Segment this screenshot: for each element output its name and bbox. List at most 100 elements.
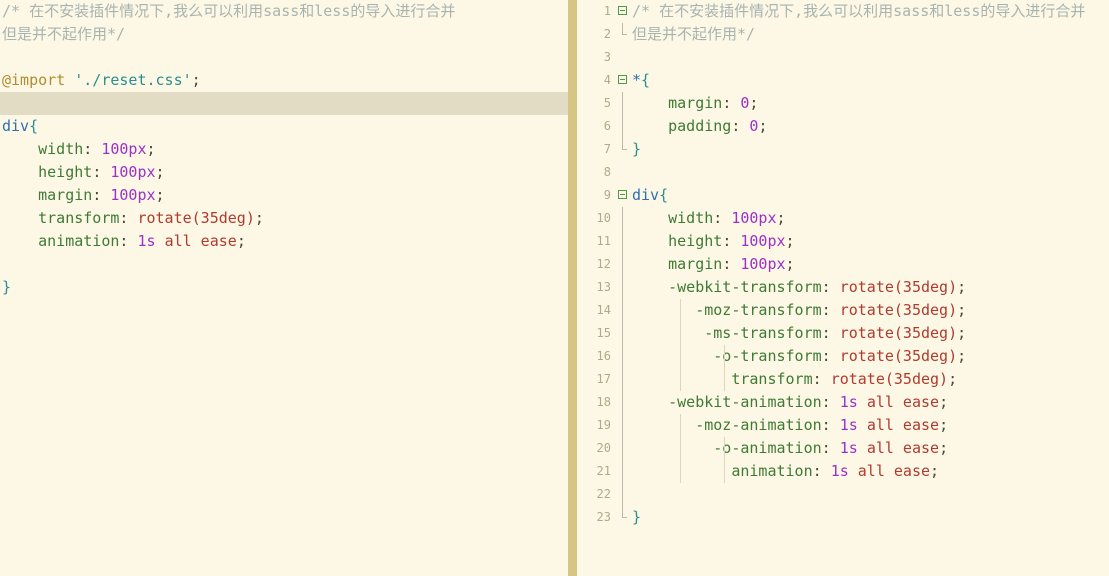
pane-divider[interactable] xyxy=(568,0,577,576)
code-line[interactable]: animation: 1s all ease; xyxy=(0,230,568,253)
indent-guide xyxy=(680,414,681,437)
line-number: 11 xyxy=(596,234,611,248)
code-line[interactable]: margin: 100px; xyxy=(0,184,568,207)
code-text: -webkit-animation: 1s all ease; xyxy=(632,391,1109,414)
fold-collapse-icon[interactable] xyxy=(616,184,632,207)
code-token: ; xyxy=(254,209,264,227)
indent-guide xyxy=(680,322,681,345)
code-token: -ms-transform xyxy=(632,324,822,342)
code-token: div xyxy=(2,117,30,135)
code-line[interactable]: 9 div{ xyxy=(577,184,1109,207)
code-line[interactable]: 4 *{ xyxy=(577,69,1109,92)
code-token: ; xyxy=(785,232,795,250)
code-token: : xyxy=(821,278,840,296)
code-line[interactable]: width: 100px; xyxy=(0,138,568,161)
code-line[interactable]: 3 xyxy=(577,46,1109,69)
code-line[interactable] xyxy=(0,92,568,115)
fold-vertical-line xyxy=(622,299,623,322)
right-editor-pane[interactable]: 1 /* 在不安装插件情况下,我么可以利用sass和less的导入进行合并 2 但是并… xyxy=(577,0,1109,576)
code-line[interactable]: 13 -webkit-transform: rotate(35deg); xyxy=(577,276,1109,299)
code-line[interactable]: 16 -o-transform: rotate(35deg); xyxy=(577,345,1109,368)
code-token: : xyxy=(812,462,831,480)
code-line[interactable]: 8 xyxy=(577,161,1109,184)
code-token: -moz-transform xyxy=(632,301,822,319)
code-token: { xyxy=(29,117,39,135)
code-token: margin xyxy=(2,186,93,204)
code-line[interactable]: 5 margin: 0; xyxy=(577,92,1109,115)
line-number: 3 xyxy=(603,50,611,64)
code-text: -moz-animation: 1s all ease; xyxy=(632,414,1109,437)
code-line[interactable]: 10 width: 100px; xyxy=(577,207,1109,230)
code-line[interactable]: └但是并不起作用*/ xyxy=(0,23,568,46)
code-line[interactable]: 12 margin: 100px; xyxy=(577,253,1109,276)
code-line[interactable]: □div{ xyxy=(0,115,568,138)
code-line[interactable]: 19 -moz-animation: 1s all ease; xyxy=(577,414,1109,437)
fold-vertical-line xyxy=(622,345,623,368)
code-line[interactable]: 21 animation: 1s all ease; xyxy=(577,460,1109,483)
code-line[interactable]: 18 -webkit-animation: 1s all ease; xyxy=(577,391,1109,414)
code-line[interactable]: 22 xyxy=(577,483,1109,506)
fold-connector-line xyxy=(616,437,632,460)
code-token: : xyxy=(92,163,111,181)
line-number: 1 xyxy=(603,4,611,18)
code-token: ; xyxy=(236,232,246,250)
code-text: height: 100px; xyxy=(632,230,1109,253)
code-token: all ease xyxy=(866,416,940,434)
code-line[interactable] xyxy=(0,253,568,276)
code-token: 100px xyxy=(101,140,147,158)
code-line[interactable]: 14 -moz-transform: rotate(35deg); xyxy=(577,299,1109,322)
code-line[interactable]: 15 -ms-transform: rotate(35deg); xyxy=(577,322,1109,345)
code-token: rotate(35deg) xyxy=(839,324,958,342)
code-line[interactable]: 1 /* 在不安装插件情况下,我么可以利用sass和less的导入进行合并 xyxy=(577,0,1109,23)
right-editor-code-area[interactable]: 1 /* 在不安装插件情况下,我么可以利用sass和less的导入进行合并 2 但是并… xyxy=(577,0,1109,529)
code-line[interactable]: transform: rotate(35deg); xyxy=(0,207,568,230)
fold-collapse-icon[interactable] xyxy=(616,69,632,92)
fold-minus-box-icon[interactable] xyxy=(618,190,627,199)
fold-vertical-line xyxy=(622,115,623,138)
left-editor-code-area[interactable]: □/* 在不安装插件情况下,我么可以利用sass和less的导入进行合并└但是并… xyxy=(0,0,568,299)
fold-minus-box-icon[interactable] xyxy=(618,75,627,84)
fold-connector-line xyxy=(616,368,632,391)
left-editor-pane[interactable]: □/* 在不安装插件情况下,我么可以利用sass和less的导入进行合并└但是并… xyxy=(0,0,568,576)
fold-collapse-icon[interactable] xyxy=(616,0,632,23)
code-line[interactable]: 17 transform: rotate(35deg); xyxy=(577,368,1109,391)
code-line[interactable]: 2 但是并不起作用*/ xyxy=(577,23,1109,46)
code-line[interactable]: 11 height: 100px; xyxy=(577,230,1109,253)
fold-minus-box-icon[interactable] xyxy=(618,6,627,15)
code-token: : xyxy=(821,301,840,319)
code-line[interactable]: 7} xyxy=(577,138,1109,161)
code-line[interactable]: □/* 在不安装插件情况下,我么可以利用sass和less的导入进行合并 xyxy=(0,0,568,23)
line-number: 12 xyxy=(596,257,611,271)
line-number: 14 xyxy=(596,303,611,317)
code-token: div xyxy=(632,186,660,204)
fold-connector-line xyxy=(616,483,632,506)
code-line[interactable]: 23} xyxy=(577,506,1109,529)
code-token: /* xyxy=(2,2,30,20)
code-token: 在不安装插件情况下,我么可以利用sass和less的导入进行合并 xyxy=(659,2,1086,20)
indent-guide xyxy=(724,460,725,483)
code-token: } xyxy=(632,140,642,158)
code-token: : xyxy=(731,117,750,135)
code-line[interactable]: └} xyxy=(0,276,568,299)
code-text: 但是并不起作用*/ xyxy=(632,23,1109,46)
code-token: transform xyxy=(2,209,120,227)
code-line[interactable]: height: 100px; xyxy=(0,161,568,184)
code-line[interactable]: 6 padding: 0; xyxy=(577,115,1109,138)
code-token: : xyxy=(821,393,840,411)
code-token: 1s xyxy=(830,462,849,480)
code-token: ; xyxy=(948,370,958,388)
line-number: 18 xyxy=(596,395,611,409)
code-token: all ease xyxy=(164,232,237,250)
fold-vertical-line xyxy=(622,368,623,391)
code-token: ; xyxy=(957,347,967,365)
fold-vertical-line xyxy=(622,230,623,253)
fold-corner-line xyxy=(622,506,627,518)
code-token: -moz-animation xyxy=(632,416,822,434)
code-line[interactable]: @import './reset.css'; xyxy=(0,69,568,92)
code-line[interactable]: 20 -o-animation: 1s all ease; xyxy=(577,437,1109,460)
code-line[interactable] xyxy=(0,46,568,69)
